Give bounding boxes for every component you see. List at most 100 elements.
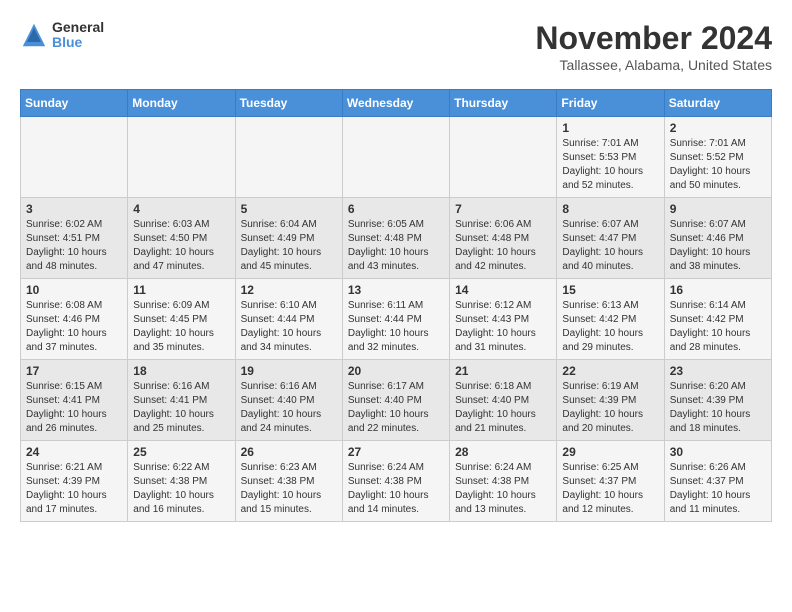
day-info: Sunrise: 6:07 AMSunset: 4:47 PMDaylight:… (562, 218, 658, 274)
logo-icon (20, 21, 48, 49)
calendar-cell (21, 117, 128, 198)
calendar-week-1: 1 Sunrise: 7:01 AMSunset: 5:53 PMDaylight… (21, 117, 772, 198)
day-info: Sunrise: 6:02 AMSunset: 4:51 PMDaylight:… (26, 218, 122, 274)
day-number: 1 (562, 121, 658, 135)
calendar-cell (342, 117, 449, 198)
day-info: Sunrise: 7:01 AMSunset: 5:53 PMDaylight:… (562, 137, 658, 193)
calendar-body: 1 Sunrise: 7:01 AMSunset: 5:53 PMDaylight… (21, 117, 772, 522)
calendar-cell: 16 Sunrise: 6:14 AMSunset: 4:42 PMDayligh… (664, 279, 771, 360)
day-info: Sunrise: 6:26 AMSunset: 4:37 PMDaylight:… (670, 461, 766, 517)
logo-text: General Blue (52, 20, 104, 51)
calendar-cell: 27 Sunrise: 6:24 AMSunset: 4:38 PMDayligh… (342, 441, 449, 522)
day-info: Sunrise: 6:04 AMSunset: 4:49 PMDaylight:… (241, 218, 337, 274)
day-info: Sunrise: 6:16 AMSunset: 4:41 PMDaylight:… (133, 380, 229, 436)
day-number: 4 (133, 202, 229, 216)
day-info: Sunrise: 6:11 AMSunset: 4:44 PMDaylight:… (348, 299, 444, 355)
calendar-cell: 17 Sunrise: 6:15 AMSunset: 4:41 PMDayligh… (21, 360, 128, 441)
day-info: Sunrise: 6:05 AMSunset: 4:48 PMDaylight:… (348, 218, 444, 274)
calendar-cell: 11Sunrise: 6:09 AMSunset: 4:45 PMDayligh… (128, 279, 235, 360)
day-number: 5 (241, 202, 337, 216)
day-number: 6 (348, 202, 444, 216)
day-number: 17 (26, 364, 122, 378)
day-number: 30 (670, 445, 766, 459)
calendar-cell: 22 Sunrise: 6:19 AMSunset: 4:39 PMDayligh… (557, 360, 664, 441)
calendar-cell: 23 Sunrise: 6:20 AMSunset: 4:39 PMDayligh… (664, 360, 771, 441)
calendar-cell: 3 Sunrise: 6:02 AMSunset: 4:51 PMDaylight… (21, 198, 128, 279)
calendar-header: SundayMondayTuesdayWednesdayThursdayFrid… (21, 90, 772, 117)
day-info: Sunrise: 6:15 AMSunset: 4:41 PMDaylight:… (26, 380, 122, 436)
day-info: Sunrise: 6:18 AMSunset: 4:40 PMDaylight:… (455, 380, 551, 436)
weekday-row: SundayMondayTuesdayWednesdayThursdayFrid… (21, 90, 772, 117)
day-number: 28 (455, 445, 551, 459)
day-number: 10 (26, 283, 122, 297)
day-number: 21 (455, 364, 551, 378)
calendar-cell: 26 Sunrise: 6:23 AMSunset: 4:38 PMDayligh… (235, 441, 342, 522)
day-number: 14 (455, 283, 551, 297)
calendar-cell: 29 Sunrise: 6:25 AMSunset: 4:37 PMDayligh… (557, 441, 664, 522)
day-info: Sunrise: 6:21 AMSunset: 4:39 PMDaylight:… (26, 461, 122, 517)
calendar-cell: 10Sunrise: 6:08 AMSunset: 4:46 PMDayligh… (21, 279, 128, 360)
calendar-cell: 19 Sunrise: 6:16 AMSunset: 4:40 PMDayligh… (235, 360, 342, 441)
calendar-cell: 30 Sunrise: 6:26 AMSunset: 4:37 PMDayligh… (664, 441, 771, 522)
day-number: 8 (562, 202, 658, 216)
day-number: 23 (670, 364, 766, 378)
calendar-cell: 13Sunrise: 6:11 AMSunset: 4:44 PMDayligh… (342, 279, 449, 360)
calendar-cell (235, 117, 342, 198)
day-info: Sunrise: 6:03 AMSunset: 4:50 PMDaylight:… (133, 218, 229, 274)
weekday-header-tuesday: Tuesday (235, 90, 342, 117)
day-info: Sunrise: 6:16 AMSunset: 4:40 PMDaylight:… (241, 380, 337, 436)
calendar-cell: 28 Sunrise: 6:24 AMSunset: 4:38 PMDayligh… (450, 441, 557, 522)
day-info: Sunrise: 6:14 AMSunset: 4:42 PMDaylight:… (670, 299, 766, 355)
calendar-week-5: 24 Sunrise: 6:21 AMSunset: 4:39 PMDayligh… (21, 441, 772, 522)
calendar-cell: 21 Sunrise: 6:18 AMSunset: 4:40 PMDayligh… (450, 360, 557, 441)
day-number: 12 (241, 283, 337, 297)
day-info: Sunrise: 6:24 AMSunset: 4:38 PMDaylight:… (348, 461, 444, 517)
weekday-header-saturday: Saturday (664, 90, 771, 117)
day-number: 2 (670, 121, 766, 135)
calendar-cell: 12 Sunrise: 6:10 AMSunset: 4:44 PMDayligh… (235, 279, 342, 360)
day-number: 3 (26, 202, 122, 216)
calendar-cell: 18Sunrise: 6:16 AMSunset: 4:41 PMDayligh… (128, 360, 235, 441)
day-info: Sunrise: 6:06 AMSunset: 4:48 PMDaylight:… (455, 218, 551, 274)
day-info: Sunrise: 6:24 AMSunset: 4:38 PMDaylight:… (455, 461, 551, 517)
day-info: Sunrise: 6:25 AMSunset: 4:37 PMDaylight:… (562, 461, 658, 517)
month-title: November 2024 (535, 20, 772, 57)
calendar-cell: 6 Sunrise: 6:05 AMSunset: 4:48 PMDaylight… (342, 198, 449, 279)
day-number: 16 (670, 283, 766, 297)
calendar-cell: 4 Sunrise: 6:03 AMSunset: 4:50 PMDaylight… (128, 198, 235, 279)
day-info: Sunrise: 6:17 AMSunset: 4:40 PMDaylight:… (348, 380, 444, 436)
calendar-cell: 5 Sunrise: 6:04 AMSunset: 4:49 PMDaylight… (235, 198, 342, 279)
day-number: 22 (562, 364, 658, 378)
calendar-cell: 1 Sunrise: 7:01 AMSunset: 5:53 PMDaylight… (557, 117, 664, 198)
day-info: Sunrise: 6:20 AMSunset: 4:39 PMDaylight:… (670, 380, 766, 436)
calendar-cell: 24 Sunrise: 6:21 AMSunset: 4:39 PMDayligh… (21, 441, 128, 522)
day-number: 26 (241, 445, 337, 459)
calendar-cell (128, 117, 235, 198)
weekday-header-friday: Friday (557, 90, 664, 117)
weekday-header-thursday: Thursday (450, 90, 557, 117)
day-info: Sunrise: 6:19 AMSunset: 4:39 PMDaylight:… (562, 380, 658, 436)
page-header: General Blue November 2024 Tallassee, Al… (20, 20, 772, 73)
day-info: Sunrise: 6:22 AMSunset: 4:38 PMDaylight:… (133, 461, 229, 517)
day-info: Sunrise: 6:23 AMSunset: 4:38 PMDaylight:… (241, 461, 337, 517)
calendar-week-3: 10Sunrise: 6:08 AMSunset: 4:46 PMDayligh… (21, 279, 772, 360)
weekday-header-sunday: Sunday (21, 90, 128, 117)
day-number: 7 (455, 202, 551, 216)
location: Tallassee, Alabama, United States (535, 57, 772, 73)
day-number: 27 (348, 445, 444, 459)
calendar-cell: 15Sunrise: 6:13 AMSunset: 4:42 PMDayligh… (557, 279, 664, 360)
day-number: 25 (133, 445, 229, 459)
day-number: 19 (241, 364, 337, 378)
day-number: 24 (26, 445, 122, 459)
day-info: Sunrise: 6:09 AMSunset: 4:45 PMDaylight:… (133, 299, 229, 355)
day-info: Sunrise: 7:01 AMSunset: 5:52 PMDaylight:… (670, 137, 766, 193)
calendar-week-2: 3 Sunrise: 6:02 AMSunset: 4:51 PMDaylight… (21, 198, 772, 279)
calendar-cell: 7 Sunrise: 6:06 AMSunset: 4:48 PMDaylight… (450, 198, 557, 279)
weekday-header-monday: Monday (128, 90, 235, 117)
calendar-cell (450, 117, 557, 198)
day-info: Sunrise: 6:07 AMSunset: 4:46 PMDaylight:… (670, 218, 766, 274)
day-number: 29 (562, 445, 658, 459)
day-info: Sunrise: 6:10 AMSunset: 4:44 PMDaylight:… (241, 299, 337, 355)
calendar-table: SundayMondayTuesdayWednesdayThursdayFrid… (20, 89, 772, 522)
calendar-cell: 2 Sunrise: 7:01 AMSunset: 5:52 PMDaylight… (664, 117, 771, 198)
